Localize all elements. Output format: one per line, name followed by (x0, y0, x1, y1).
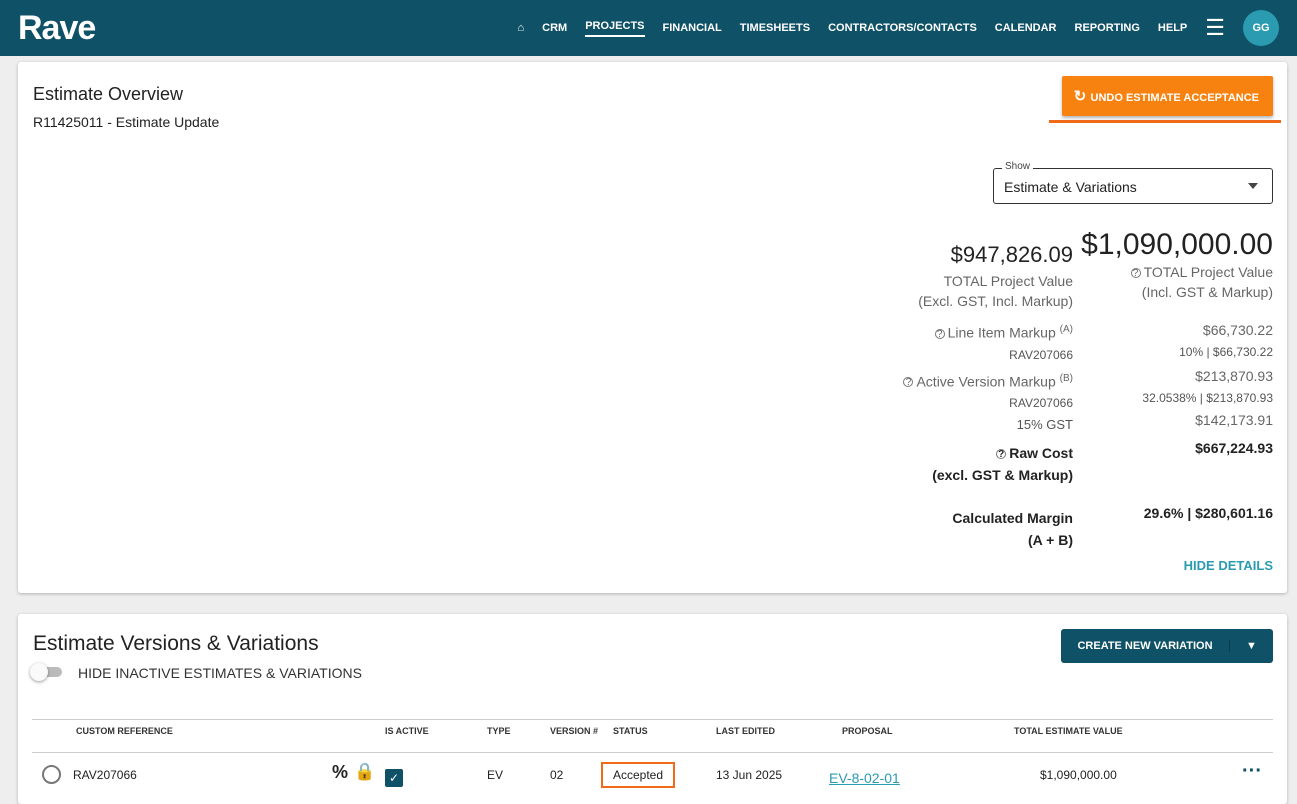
nav-projects[interactable]: PROJECTS (585, 20, 645, 37)
chevron-down-icon (1248, 183, 1258, 194)
help-icon[interactable]: ? (903, 377, 914, 388)
incl-label-2: (Incl. GST & Markup) (1141, 284, 1273, 300)
excl-label-2: (Excl. GST, Incl. Markup) (918, 293, 1073, 309)
divider (32, 752, 1273, 753)
margin-label-2: (A + B) (1028, 532, 1073, 549)
help-icon[interactable]: ? (996, 449, 1007, 460)
versions-card: Estimate Versions & Variations HIDE INAC… (18, 614, 1287, 804)
avatar[interactable]: GG (1243, 10, 1279, 46)
incl-label-1: TOTAL Project Value (1143, 264, 1273, 280)
nav-financial[interactable]: FINANCIAL (663, 22, 722, 34)
margin-label: Calculated Margin (952, 510, 1073, 527)
logo[interactable]: Rave (18, 9, 96, 48)
total-cell: $1,090,000.00 (1040, 768, 1117, 782)
col-header[interactable]: TYPE (487, 726, 511, 736)
top-nav: Rave ⌂ CRM PROJECTS FINANCIAL TIMESHEETS… (0, 0, 1297, 56)
is-active-checkbox[interactable]: ✓ (385, 769, 403, 787)
undo-icon: ↻ (1073, 88, 1091, 105)
home-icon[interactable]: ⌂ (517, 22, 524, 34)
help-icon[interactable]: ? (1130, 268, 1141, 279)
col-header[interactable]: TOTAL ESTIMATE VALUE (1014, 726, 1123, 736)
menu-icon[interactable]: ☰ (1205, 15, 1225, 41)
nav-help[interactable]: HELP (1158, 22, 1187, 34)
avm-detail: 32.0538% | $213,870.93 (1142, 391, 1273, 405)
col-header[interactable]: CUSTOM REFERENCE (76, 726, 173, 736)
lock-icon: 🔒 (354, 762, 376, 781)
nav-timesheets[interactable]: TIMESHEETS (740, 22, 810, 34)
undo-label: UNDO ESTIMATE ACCEPTANCE (1090, 92, 1259, 104)
margin-value: 29.6% | $280,601.16 (1143, 505, 1273, 521)
col-header[interactable]: PROPOSAL (842, 726, 893, 736)
status-badge: Accepted (601, 762, 676, 788)
col-header[interactable]: STATUS (613, 726, 648, 736)
avm-label: Active Version Markup (916, 373, 1056, 390)
more-icon[interactable]: ··· (1242, 760, 1262, 783)
excl-label-1: TOTAL Project Value (943, 273, 1073, 289)
excl-value: $947,826.09 (950, 242, 1073, 267)
show-value: Estimate & Variations (1004, 179, 1137, 195)
ref-cell: RAV207066 (73, 768, 137, 782)
show-label: Show (1002, 161, 1034, 172)
lim-detail: 10% | $66,730.22 (1179, 345, 1273, 359)
gst-value: $142,173.91 (1195, 412, 1273, 428)
incl-value: $1,090,000.00 (1081, 228, 1273, 261)
nav-contractors[interactable]: CONTRACTORS/CONTACTS (828, 22, 977, 34)
lim-value: $66,730.22 (1202, 322, 1273, 338)
nav-reporting[interactable]: REPORTING (1075, 22, 1140, 34)
col-header[interactable]: VERSION # (550, 726, 598, 736)
section-title: Estimate Versions & Variations (33, 632, 319, 655)
undo-acceptance-button[interactable]: ↻ UNDO ESTIMATE ACCEPTANCE (1061, 76, 1273, 116)
show-select[interactable]: Show Estimate & Variations (993, 161, 1273, 204)
nav-calendar[interactable]: CALENDAR (995, 22, 1057, 34)
lim-label: Line Item Markup (947, 324, 1056, 341)
toggle-label: HIDE INACTIVE ESTIMATES & VARIATIONS (78, 665, 362, 681)
edited-cell: 13 Jun 2025 (716, 768, 783, 782)
row-radio[interactable] (42, 765, 61, 784)
proposal-link[interactable]: EV-8-02-01 (829, 770, 900, 786)
raw-label-2: (excl. GST & Markup) (932, 467, 1073, 484)
avm-sup: (B) (1059, 372, 1073, 384)
col-header[interactable]: IS ACTIVE (385, 726, 429, 736)
subtitle: R11425011 - Estimate Update (33, 114, 220, 130)
help-icon[interactable]: ? (934, 328, 945, 339)
estimate-overview-card: Estimate Overview R11425011 - Estimate U… (18, 62, 1287, 593)
raw-label: Raw Cost (1009, 445, 1073, 462)
divider (1049, 120, 1281, 123)
gst-label: 15% GST (1016, 417, 1073, 433)
raw-value: $667,224.93 (1195, 440, 1273, 456)
create-label: CREATE NEW VARIATION (1077, 640, 1213, 652)
nav-crm[interactable]: CRM (542, 22, 567, 34)
hide-details-link[interactable]: HIDE DETAILS (1184, 558, 1273, 573)
version-cell: 02 (550, 768, 564, 782)
lim-ref: RAV207066 (1009, 347, 1073, 362)
hide-inactive-toggle[interactable] (30, 663, 62, 681)
page-title: Estimate Overview (33, 84, 184, 104)
avm-ref: RAV207066 (1009, 396, 1073, 411)
create-variation-button[interactable]: CREATE NEW VARIATION ▼ (1061, 629, 1273, 663)
chevron-down-icon[interactable]: ▼ (1229, 640, 1273, 652)
lim-sup: (A) (1059, 324, 1073, 335)
divider (32, 719, 1273, 720)
avm-value: $213,870.93 (1195, 368, 1273, 384)
type-cell: EV (487, 768, 504, 782)
col-header[interactable]: LAST EDITED (716, 726, 775, 736)
percent-icon: % (332, 762, 349, 782)
